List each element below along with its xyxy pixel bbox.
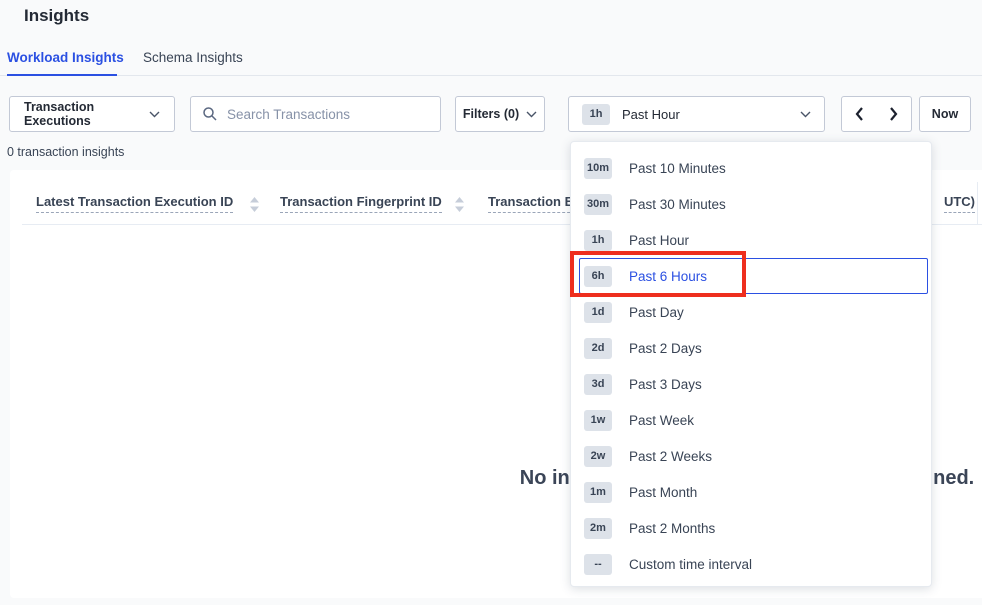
time-range-dropdown: 10m Past 10 Minutes 30m Past 30 Minutes … (570, 141, 932, 587)
arrow-right-icon (889, 106, 899, 122)
time-option-label: Past Month (629, 485, 697, 500)
results-count: 0 transaction insights (7, 145, 124, 159)
time-range-badge: 1h (582, 104, 610, 125)
time-option-badge: 2m (584, 518, 612, 539)
time-option-label: Past Day (629, 305, 684, 320)
time-option-label: Past Week (629, 413, 694, 428)
search-input[interactable] (225, 106, 428, 123)
time-option-label: Custom time interval (629, 557, 752, 572)
time-option-past-10-minutes[interactable]: 10m Past 10 Minutes (571, 150, 931, 186)
now-button[interactable]: Now (919, 96, 971, 132)
search-box[interactable] (190, 96, 441, 132)
page-title: Insights (24, 6, 89, 26)
search-icon (203, 107, 217, 121)
column-header-start-time-utc[interactable]: UTC) (944, 194, 975, 213)
time-option-past-30-minutes[interactable]: 30m Past 30 Minutes (571, 186, 931, 222)
time-option-past-6-hours[interactable]: 6h Past 6 Hours (579, 258, 928, 294)
column-header-transaction-execution[interactable]: Transaction Ex (488, 194, 580, 213)
chevron-down-icon (526, 107, 537, 121)
column-divider (977, 182, 978, 224)
filters-button[interactable]: Filters (0) (455, 96, 545, 132)
tab-bar: Workload Insights Schema Insights (0, 43, 982, 76)
time-option-past-hour[interactable]: 1h Past Hour (571, 222, 931, 258)
time-range-prev-button[interactable] (841, 96, 877, 132)
arrow-left-icon (854, 106, 864, 122)
time-option-past-2-months[interactable]: 2m Past 2 Months (571, 510, 931, 546)
time-option-label: Past 2 Months (629, 521, 715, 536)
time-option-badge: 1h (584, 230, 612, 251)
sort-icon[interactable] (455, 197, 464, 212)
time-option-past-2-weeks[interactable]: 2w Past 2 Weeks (571, 438, 931, 474)
sort-icon[interactable] (250, 197, 259, 212)
time-option-badge: 10m (584, 158, 612, 179)
time-option-past-day[interactable]: 1d Past Day (571, 294, 931, 330)
active-tab-underline (7, 74, 117, 76)
time-option-label: Past 30 Minutes (629, 197, 726, 212)
time-option-past-week[interactable]: 1w Past Week (571, 402, 931, 438)
filters-button-label: Filters (0) (463, 107, 519, 121)
time-option-badge: 1m (584, 482, 612, 503)
time-option-label: Past 3 Days (629, 377, 702, 392)
time-option-badge: -- (584, 554, 612, 575)
insight-type-select-label: Transaction Executions (24, 100, 149, 128)
time-range-label: Past Hour (622, 107, 680, 122)
time-option-badge: 1d (584, 302, 612, 323)
time-range-picker[interactable]: 1h Past Hour (568, 96, 825, 132)
time-option-past-month[interactable]: 1m Past Month (571, 474, 931, 510)
time-option-badge: 2w (584, 446, 612, 467)
time-option-badge: 1w (584, 410, 612, 431)
insights-page: Insights Workload Insights Schema Insigh… (0, 0, 982, 605)
time-option-label: Past 6 Hours (629, 269, 707, 284)
time-option-label: Past 10 Minutes (629, 161, 726, 176)
time-option-badge: 2d (584, 338, 612, 359)
chevron-down-icon (149, 107, 160, 121)
column-header-latest-transaction-execution-id[interactable]: Latest Transaction Execution ID (36, 194, 233, 213)
insight-type-select[interactable]: Transaction Executions (9, 96, 175, 132)
time-option-badge: 30m (584, 194, 612, 215)
now-button-label: Now (932, 107, 958, 121)
time-option-label: Past Hour (629, 233, 689, 248)
column-header-transaction-fingerprint-id[interactable]: Transaction Fingerprint ID (280, 194, 442, 213)
tab-workload-insights[interactable]: Workload Insights (7, 50, 124, 65)
time-range-next-button[interactable] (876, 96, 912, 132)
time-option-label: Past 2 Days (629, 341, 702, 356)
time-option-custom-interval[interactable]: -- Custom time interval (571, 546, 931, 582)
time-option-past-2-days[interactable]: 2d Past 2 Days (571, 330, 931, 366)
time-option-badge: 6h (584, 266, 612, 287)
time-option-past-3-days[interactable]: 3d Past 3 Days (571, 366, 931, 402)
chevron-down-icon (800, 107, 811, 121)
time-option-label: Past 2 Weeks (629, 449, 712, 464)
tab-schema-insights[interactable]: Schema Insights (143, 50, 243, 65)
time-option-badge: 3d (584, 374, 612, 395)
